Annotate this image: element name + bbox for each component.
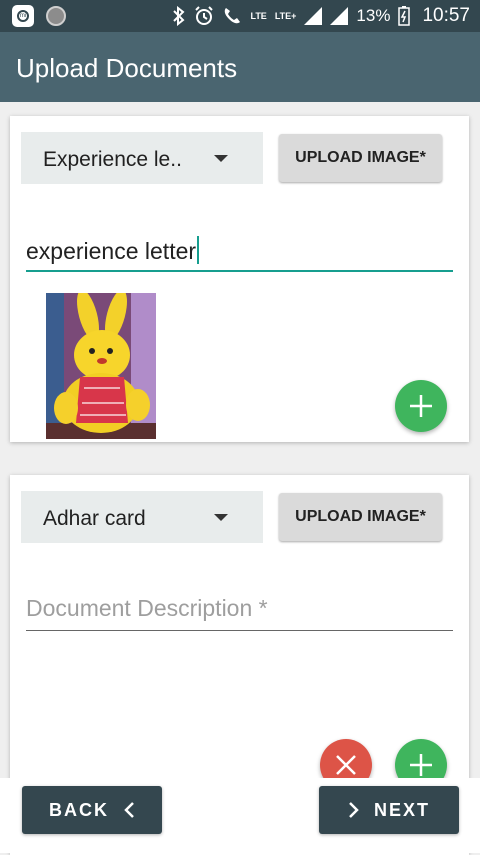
uploaded-image-thumbnail[interactable]	[46, 293, 156, 439]
bottom-navigation: BACK NEXT	[0, 778, 480, 853]
notification-dot-icon	[46, 6, 66, 26]
next-button[interactable]: NEXT	[319, 786, 459, 834]
upload-image-button[interactable]: UPLOAD IMAGE*	[279, 134, 442, 182]
text-cursor	[197, 236, 200, 264]
network2-label: LTE+	[274, 10, 297, 21]
signal2-icon	[330, 7, 349, 25]
bluetooth-icon	[173, 6, 185, 26]
document-description-value: experience letter	[26, 238, 197, 264]
dropdown-caret-icon	[214, 514, 228, 521]
document-card: Experience le.. UPLOAD IMAGE* experience…	[10, 116, 469, 442]
document-type-value: Experience le..	[43, 148, 182, 171]
clock: 10:57	[422, 5, 470, 26]
dropdown-caret-icon	[214, 155, 228, 162]
field-underline	[26, 630, 453, 631]
network-label: LTE	[250, 10, 267, 21]
page-title: Upload Documents	[16, 53, 238, 83]
document-description-field[interactable]: Document Description *	[26, 591, 453, 631]
back-button[interactable]: BACK	[22, 786, 162, 834]
add-icon	[410, 395, 432, 417]
document-type-value: Adhar card	[43, 507, 146, 530]
document-description-field[interactable]: experience letter	[26, 232, 453, 272]
field-underline	[26, 270, 453, 272]
chevron-left-icon	[124, 802, 134, 818]
next-button-label: NEXT	[373, 799, 430, 820]
remove-icon	[336, 755, 356, 775]
upload-image-button[interactable]: UPLOAD IMAGE*	[279, 493, 442, 541]
battery-icon	[398, 6, 411, 26]
app-bar: Upload Documents	[0, 32, 480, 102]
document-type-dropdown[interactable]: Adhar card	[21, 491, 263, 543]
call-icon	[225, 8, 241, 24]
alarm-icon	[195, 6, 214, 25]
add-icon	[410, 754, 432, 776]
signal-icon	[304, 7, 323, 25]
back-button-label: BACK	[49, 799, 109, 820]
document-description-placeholder: Document Description *	[26, 595, 268, 621]
status-bar: mi LTE LTE+ 13% 10:57	[0, 0, 480, 32]
document-type-dropdown[interactable]: Experience le..	[21, 132, 263, 184]
battery-percent: 13%	[356, 6, 391, 25]
app-icon: mi	[12, 5, 34, 27]
chevron-right-icon	[349, 802, 359, 818]
add-image-button[interactable]	[395, 380, 447, 432]
